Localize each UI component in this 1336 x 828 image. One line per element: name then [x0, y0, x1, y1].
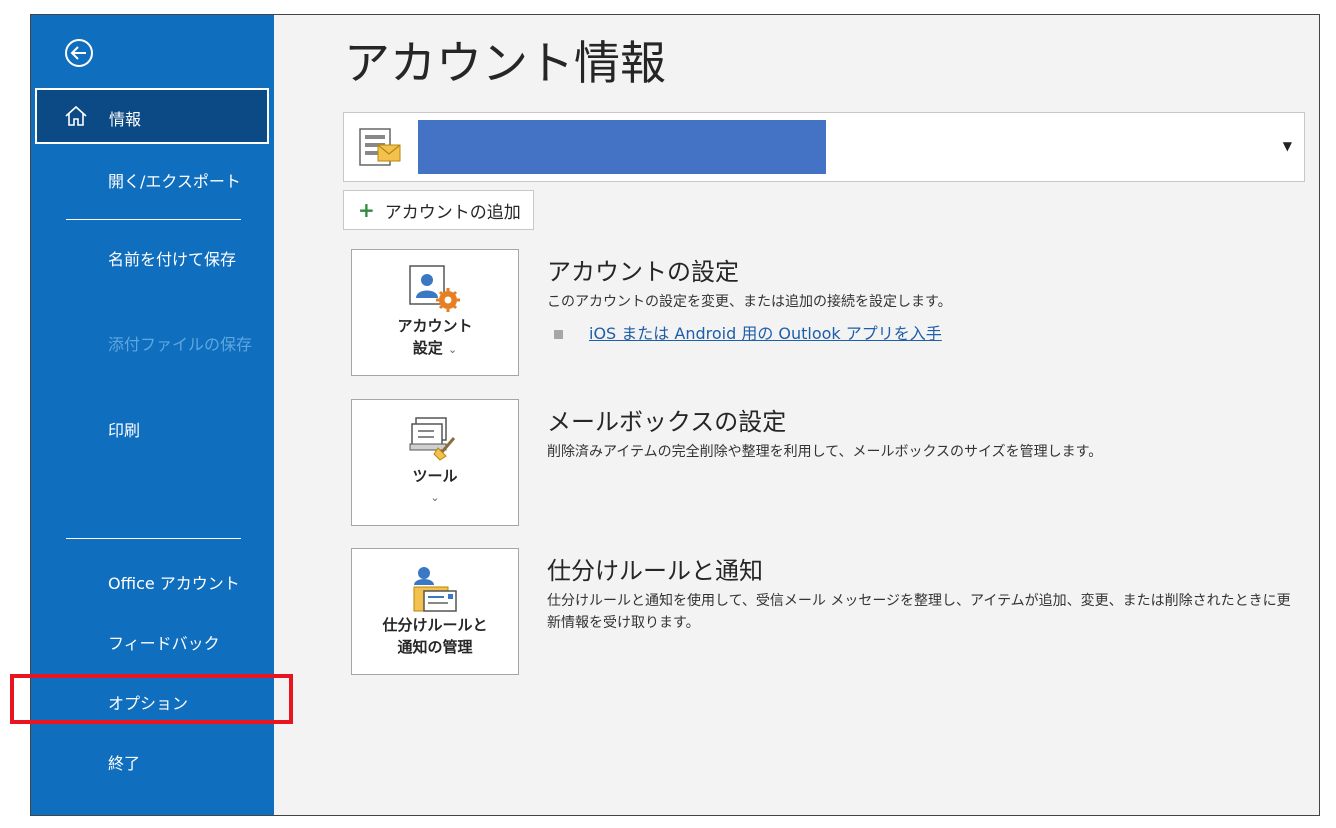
sidebar-item-info[interactable]: 情報 [35, 88, 269, 144]
plus-icon: + [358, 198, 375, 222]
sidebar-item-feedback[interactable]: フィードバック [108, 630, 220, 654]
sidebar-item-open-export[interactable]: 開く/エクスポート [108, 168, 241, 192]
page-title: アカウント情報 [344, 36, 666, 90]
home-icon [65, 105, 87, 126]
tools-icon [409, 417, 456, 461]
section-description: 仕分けルールと通知を使用して、受信メール メッセージを整理し、アイテムが追加、変… [547, 593, 1291, 631]
back-arrow-icon [65, 39, 93, 67]
tile-label-text: 設定 [412, 339, 443, 357]
section-title: メールボックスの設定 [547, 408, 787, 436]
tile-label: アカウント [397, 317, 473, 335]
back-button[interactable] [63, 37, 95, 69]
section-description: このアカウントの設定を変更、または追加の接続を設定します。 [547, 294, 952, 310]
chevron-down-icon: ⌄ [430, 491, 440, 504]
account-file-icon [359, 128, 401, 166]
tools-button[interactable]: ツール ⌄ [351, 399, 519, 526]
sidebar-item-label: 情報 [109, 110, 142, 129]
tile-label-line2: 設定 ⌄ [352, 338, 518, 360]
tile-label: 通知の管理 [397, 638, 473, 656]
options-highlight-box [10, 674, 293, 724]
sidebar-item-office-account[interactable]: Office アカウント [108, 570, 240, 594]
section-title: アカウントの設定 [547, 258, 739, 286]
outlook-app-link[interactable]: iOS または Android 用の Outlook アプリを入手 [589, 324, 942, 343]
tile-label: ツール [412, 467, 458, 485]
sidebar-divider [66, 538, 241, 539]
sidebar-item-save-as[interactable]: 名前を付けて保存 [108, 249, 258, 271]
sidebar-item-exit[interactable]: 終了 [108, 750, 140, 774]
add-account-button[interactable]: + アカウントの追加 [343, 190, 534, 230]
account-settings-button[interactable]: アカウント 設定 ⌄ [351, 249, 519, 376]
sidebar-item-save-attachments: 添付ファイルの保存 [108, 335, 253, 354]
account-name-redacted [418, 120, 826, 174]
dropdown-caret-icon: ▼ [1282, 139, 1292, 153]
add-account-label: アカウントの追加 [384, 202, 521, 223]
app-link-row: iOS または Android 用の Outlook アプリを入手 [554, 320, 942, 344]
sidebar-divider [66, 219, 241, 220]
main-pane: アカウント情報 ▼ + アカウントの追加 アカウント 設定 ⌄ アカウントの設定… [274, 15, 1319, 815]
sidebar-item-print[interactable]: 印刷 [108, 417, 140, 441]
tile-label: 仕分けルールと [382, 616, 488, 634]
account-dropdown[interactable]: ▼ [343, 112, 1305, 182]
rules-alerts-button[interactable]: 仕分けルールと 通知の管理 [351, 548, 519, 675]
section-title: 仕分けルールと通知 [547, 557, 763, 585]
rules-alerts-icon [413, 567, 457, 612]
chevron-down-icon: ⌄ [448, 343, 458, 356]
bullet-icon [554, 330, 563, 339]
account-settings-icon [409, 265, 460, 312]
section-description: 削除済みアイテムの完全削除や整理を利用して、メールボックスのサイズを管理します。 [547, 444, 1103, 460]
